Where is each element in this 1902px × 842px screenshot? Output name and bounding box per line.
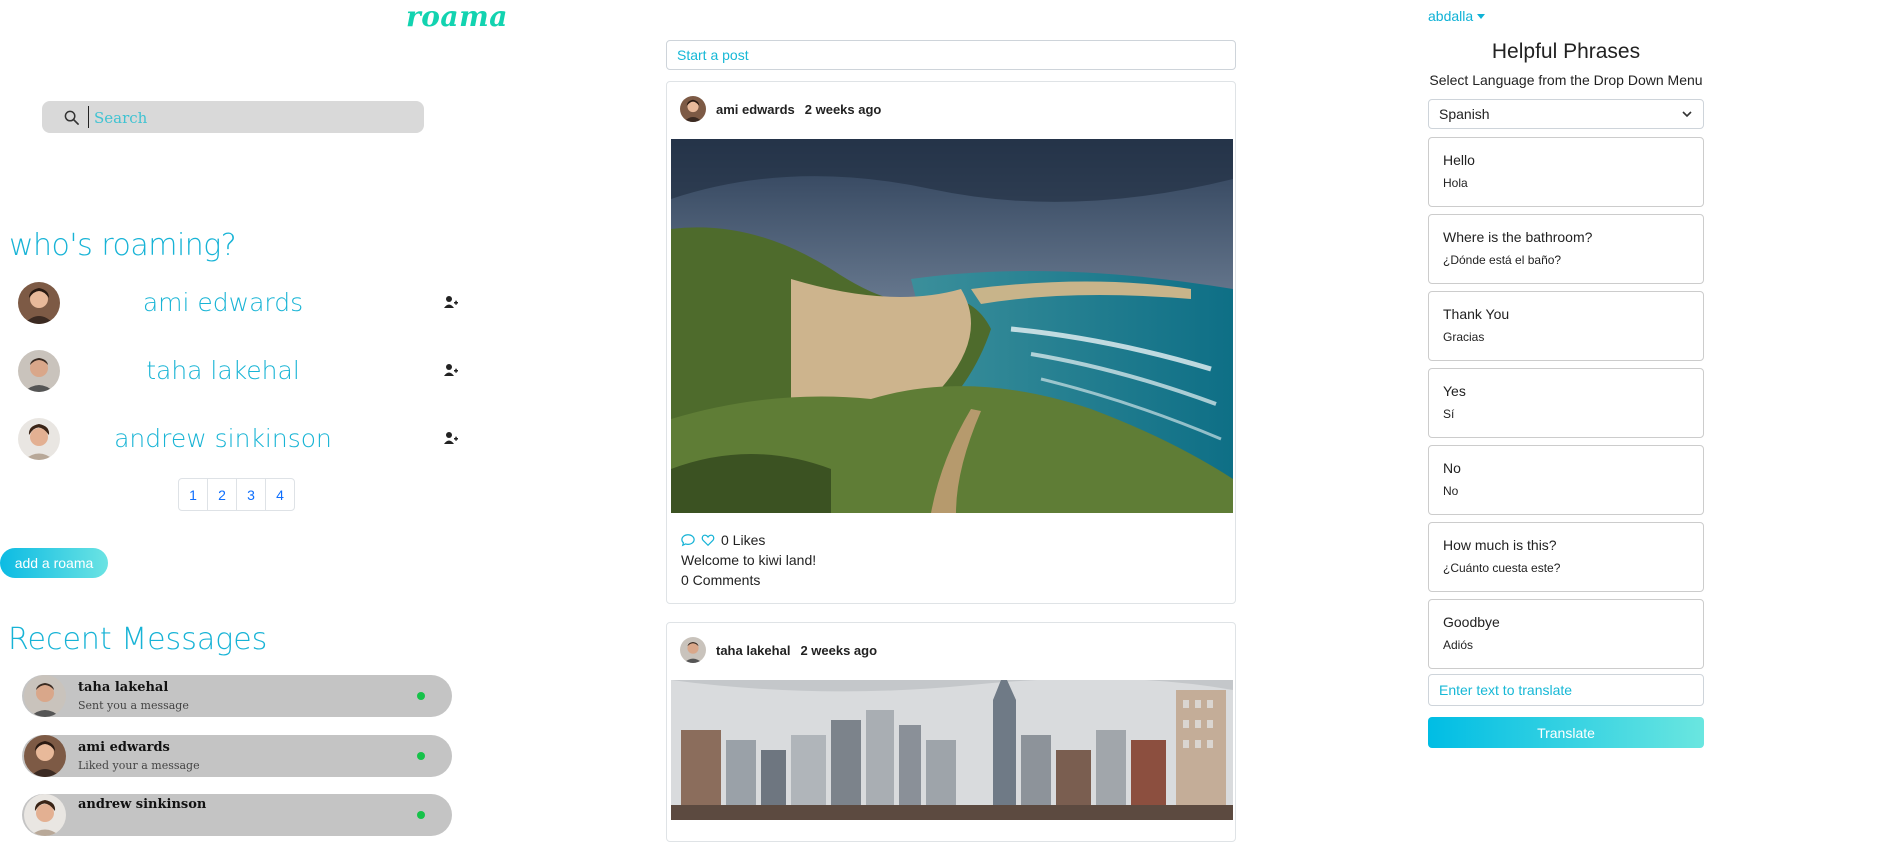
phrase-english: Yes bbox=[1443, 383, 1466, 399]
message-item[interactable]: andrew sinkinson bbox=[22, 794, 452, 836]
comments-count[interactable]: 0 Comments bbox=[681, 572, 760, 588]
post-header: taha lakehal 2 weeks ago bbox=[680, 636, 877, 664]
phrase-card: How much is this? ¿Cuánto cuesta este? bbox=[1428, 522, 1704, 592]
avatar[interactable] bbox=[18, 350, 60, 392]
avatar[interactable] bbox=[680, 637, 706, 663]
avatar bbox=[24, 794, 66, 836]
phrase-translation: Hola bbox=[1443, 176, 1468, 190]
post-actions: 0 Likes bbox=[681, 532, 765, 548]
translate-input[interactable] bbox=[1428, 674, 1704, 706]
phrase-english: No bbox=[1443, 460, 1461, 476]
phrase-translation: Adiós bbox=[1443, 638, 1474, 652]
post-header: ami edwards 2 weeks ago bbox=[680, 95, 881, 123]
phrase-card: Goodbye Adiós bbox=[1428, 599, 1704, 669]
page-link[interactable]: 3 bbox=[236, 478, 266, 511]
post-timestamp: 2 weeks ago bbox=[804, 101, 882, 117]
phrase-translation: ¿Dónde está el baño? bbox=[1443, 253, 1562, 267]
roamer-row[interactable]: andrew sinkinson bbox=[18, 418, 458, 462]
phrase-english: How much is this? bbox=[1443, 537, 1557, 553]
whos-roaming-heading: who's roaming? bbox=[9, 228, 237, 263]
message-sender: taha lakehal bbox=[78, 680, 169, 695]
search-input[interactable] bbox=[92, 104, 416, 132]
roamer-name[interactable]: ami edwards bbox=[78, 288, 368, 317]
selected-language: Spanish bbox=[1439, 106, 1490, 122]
page-link[interactable]: 4 bbox=[265, 478, 295, 511]
phrase-translation: ¿Cuánto cuesta este? bbox=[1443, 561, 1561, 575]
phrase-card: No No bbox=[1428, 445, 1704, 515]
page-link[interactable]: 1 bbox=[178, 478, 208, 511]
post-image-coastline[interactable] bbox=[671, 139, 1233, 513]
post-card: ami edwards 2 weeks ago 0 Likes Welcome bbox=[666, 81, 1236, 604]
text-cursor bbox=[88, 106, 89, 128]
translate-button[interactable]: Translate bbox=[1428, 717, 1704, 748]
caret-down-icon[interactable] bbox=[1477, 13, 1486, 19]
user-menu-dropdown[interactable]: abdalla bbox=[1428, 8, 1486, 24]
add-friend-icon[interactable] bbox=[443, 430, 459, 446]
likes-count: 0 Likes bbox=[721, 532, 766, 548]
online-status-dot bbox=[417, 811, 425, 819]
message-item[interactable]: ami edwards Liked your a message bbox=[22, 735, 452, 777]
page-link[interactable]: 2 bbox=[207, 478, 237, 511]
message-sender: andrew sinkinson bbox=[78, 797, 207, 812]
phrase-english: Thank You bbox=[1443, 306, 1510, 322]
recent-messages-heading: Recent Messages bbox=[8, 622, 268, 657]
username[interactable]: abdalla bbox=[1428, 8, 1473, 24]
message-preview: Liked your a message bbox=[78, 759, 200, 772]
phrase-translation: No bbox=[1443, 484, 1459, 498]
phrase-english: Goodbye bbox=[1443, 614, 1500, 630]
roamer-name[interactable]: andrew sinkinson bbox=[78, 424, 368, 453]
phrase-translation: Sí bbox=[1443, 407, 1455, 421]
message-preview: Sent you a message bbox=[78, 699, 189, 712]
helpful-phrases-heading: Helpful Phrases bbox=[1491, 40, 1641, 63]
language-instructions: Select Language from the Drop Down Menu bbox=[1429, 72, 1703, 88]
post-card: taha lakehal 2 weeks ago bbox=[666, 622, 1236, 842]
chevron-down-icon bbox=[1682, 111, 1692, 118]
phrase-translation: Gracias bbox=[1443, 330, 1485, 344]
roamer-name[interactable]: taha lakehal bbox=[78, 356, 368, 385]
phrase-card: Where is the bathroom? ¿Dónde está el ba… bbox=[1428, 214, 1704, 284]
avatar[interactable] bbox=[680, 96, 706, 122]
add-friend-icon[interactable] bbox=[443, 294, 459, 310]
post-author[interactable]: taha lakehal bbox=[716, 643, 790, 658]
avatar[interactable] bbox=[18, 418, 60, 460]
search-icon bbox=[64, 110, 79, 125]
phrase-english: Where is the bathroom? bbox=[1443, 229, 1593, 245]
avatar bbox=[24, 675, 66, 717]
phrase-card: Hello Hola bbox=[1428, 137, 1704, 207]
roama-logo[interactable]: roama bbox=[406, 0, 508, 33]
heart-icon[interactable] bbox=[701, 533, 715, 547]
phrase-english: Hello bbox=[1443, 152, 1475, 168]
roamers-pagination: 1 2 3 4 bbox=[178, 478, 295, 511]
message-item[interactable]: taha lakehal Sent you a message bbox=[22, 675, 452, 717]
roamer-row[interactable]: taha lakehal bbox=[18, 350, 458, 394]
phrase-card: Thank You Gracias bbox=[1428, 291, 1704, 361]
online-status-dot bbox=[417, 752, 425, 760]
add-friend-icon[interactable] bbox=[443, 362, 459, 378]
avatar bbox=[24, 735, 66, 777]
phrase-card: Yes Sí bbox=[1428, 368, 1704, 438]
message-sender: ami edwards bbox=[78, 740, 170, 755]
start-post-input[interactable]: Start a post bbox=[666, 40, 1236, 70]
online-status-dot bbox=[417, 692, 425, 700]
avatar[interactable] bbox=[18, 282, 60, 324]
add-roama-button[interactable]: add a roama bbox=[0, 548, 108, 578]
comment-icon[interactable] bbox=[681, 533, 695, 547]
search-bar[interactable] bbox=[42, 101, 424, 133]
post-timestamp: 2 weeks ago bbox=[800, 642, 878, 658]
post-author[interactable]: ami edwards bbox=[716, 102, 795, 117]
post-caption: Welcome to kiwi land! bbox=[681, 552, 817, 568]
roamer-row[interactable]: ami edwards bbox=[18, 282, 458, 326]
post-image-city-skyline[interactable] bbox=[671, 680, 1233, 820]
language-select[interactable]: Spanish bbox=[1428, 99, 1704, 129]
